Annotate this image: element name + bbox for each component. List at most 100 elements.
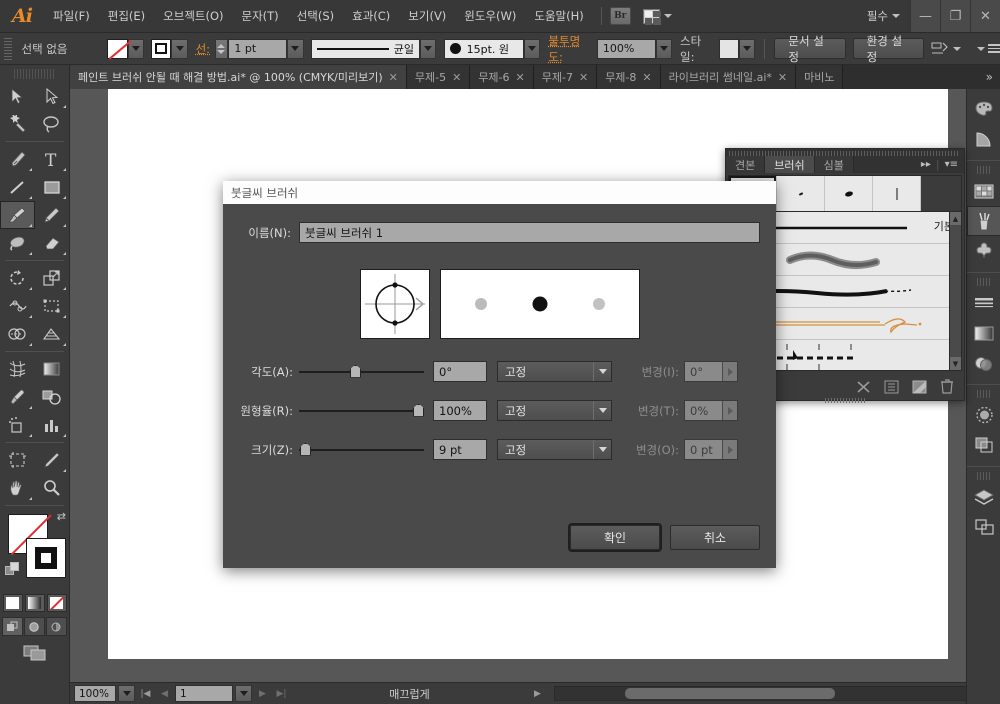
free-transform-tool[interactable] [35,292,70,320]
eyedropper-tool[interactable] [0,383,35,411]
dock-group-grip[interactable] [977,390,990,398]
size-mode-select[interactable]: 고정 [497,439,612,460]
cancel-button[interactable]: 취소 [670,525,760,550]
lasso-tool[interactable] [35,110,70,138]
page-number-input[interactable]: 1 [175,685,233,702]
menu-object[interactable]: 오브젝트(O) [154,4,232,28]
fill-color-swatch[interactable] [107,39,128,59]
artboard-tool[interactable] [0,446,35,474]
zoom-tool[interactable] [35,474,70,502]
angle-variation-input[interactable]: 0° [684,361,738,382]
menu-file[interactable]: 파일(F) [44,4,99,28]
line-segment-tool[interactable] [0,173,35,201]
menu-window[interactable]: 윈도우(W) [455,4,525,28]
color-fill-button[interactable] [3,594,23,612]
hscroll-thumb[interactable] [625,688,835,699]
brush-libraries-menu-icon[interactable] [884,380,899,394]
angle-slider-knob[interactable] [350,365,361,378]
opacity-dropdown[interactable] [656,39,672,59]
dock-group-grip[interactable] [977,166,990,174]
opacity-input[interactable]: 100% [597,39,656,59]
draw-inside-button[interactable] [46,617,67,636]
brush-preset-thin-line[interactable] [873,176,921,211]
stepper-icon[interactable] [722,401,737,420]
bridge-icon[interactable]: Br [610,7,631,25]
gradient-fill-button[interactable] [25,594,45,612]
paintbrush-tool[interactable] [0,201,35,229]
opacity-label[interactable]: 불투명도: [548,33,591,65]
brush-preset-small-dot[interactable] [777,176,825,211]
draw-behind-button[interactable] [24,617,45,636]
menu-view[interactable]: 보기(V) [399,4,455,28]
roundness-mode-select[interactable]: 고정 [497,400,612,421]
color-panel-icon[interactable] [967,94,1000,124]
menu-type[interactable]: 문자(T) [233,4,288,28]
ok-button[interactable]: 확인 [570,525,660,550]
blob-brush-tool[interactable] [0,229,35,257]
roundness-slider[interactable] [299,403,424,419]
menu-select[interactable]: 선택(S) [288,4,343,28]
first-page-icon[interactable]: |◀ [137,685,154,702]
gradient-tool[interactable] [35,355,70,383]
size-input[interactable]: 9 pt [433,439,487,460]
close-icon[interactable]: ✕ [452,71,461,84]
none-fill-button[interactable] [47,594,67,612]
document-tab[interactable]: 마비노 [796,65,843,89]
stroke-profile-selector[interactable]: 균일 [311,39,420,59]
blend-tool[interactable] [35,383,70,411]
brush-preset-oval[interactable] [825,176,873,211]
stroke-panel-icon[interactable] [967,288,1000,318]
angle-slider[interactable] [299,364,424,380]
artboards-panel-icon[interactable] [967,512,1000,542]
draw-normal-button[interactable] [2,617,23,636]
brush-shape-preview[interactable] [360,269,430,339]
tab-brushes[interactable]: 브러쉬 [765,156,814,173]
preferences-button[interactable]: 환경 설정 [853,38,924,59]
status-text[interactable]: 매끄럽게 [292,686,527,702]
default-fill-stroke-icon[interactable] [5,562,20,577]
eraser-tool[interactable] [35,229,70,257]
brushes-panel-icon[interactable] [967,206,1000,236]
collapse-panel-icon[interactable]: ▸▸ [921,159,931,170]
brush-definition-selector[interactable]: 15pt. 원 [444,39,525,59]
pen-tool[interactable] [0,145,35,173]
close-icon[interactable]: ✕ [389,71,398,84]
swatches-panel-icon[interactable] [967,176,1000,206]
color-guide-panel-icon[interactable] [967,124,1000,154]
type-tool[interactable]: T [35,145,70,173]
roundness-input[interactable]: 100% [433,400,487,421]
stroke-swatch-large[interactable] [26,538,66,578]
menu-effect[interactable]: 효과(C) [343,4,399,28]
prev-page-icon[interactable]: ◀ [156,685,173,702]
scroll-down-icon[interactable]: ▼ [950,357,961,370]
stroke-dropdown-button[interactable] [171,39,187,59]
stroke-weight-label[interactable]: 선: [196,41,210,57]
dock-group-grip[interactable] [977,278,990,286]
transparency-panel-icon[interactable] [967,348,1000,378]
screen-mode-button[interactable] [0,644,69,662]
style-dropdown[interactable] [739,39,755,59]
roundness-variation-input[interactable]: 0% [684,400,738,421]
document-tab[interactable]: 페인트 브러쉬 안될 때 해결 방법.ai* @ 100% (CMYK/미리보기… [70,65,407,89]
symbols-panel-icon[interactable] [967,236,1000,266]
workspace-switcher[interactable]: 필수 [857,8,910,24]
maximize-button[interactable]: ❐ [940,0,970,32]
document-tab[interactable]: 라이브러리 썸네일.ai* ✕ [661,65,796,89]
size-slider-knob[interactable] [300,443,311,456]
delete-brush-icon[interactable] [940,379,954,394]
document-tab[interactable]: 무제-6 ✕ [470,65,533,89]
hand-tool[interactable] [0,474,35,502]
next-page-icon[interactable]: ▶ [254,685,271,702]
document-tab[interactable]: 무제-5 ✕ [407,65,470,89]
size-variation-input[interactable]: 0 pt [684,439,738,460]
graphic-styles-panel-icon[interactable] [967,430,1000,460]
stepper-icon[interactable] [722,362,737,381]
close-button[interactable]: ✕ [970,0,1000,32]
symbol-sprayer-tool[interactable] [0,411,35,439]
pencil-tool[interactable] [35,201,70,229]
arrange-documents-button[interactable] [643,9,672,24]
brush-definition-dropdown[interactable] [524,39,540,59]
width-tool[interactable] [0,292,35,320]
graphic-style-swatch[interactable] [719,39,740,59]
rectangle-tool[interactable] [35,173,70,201]
